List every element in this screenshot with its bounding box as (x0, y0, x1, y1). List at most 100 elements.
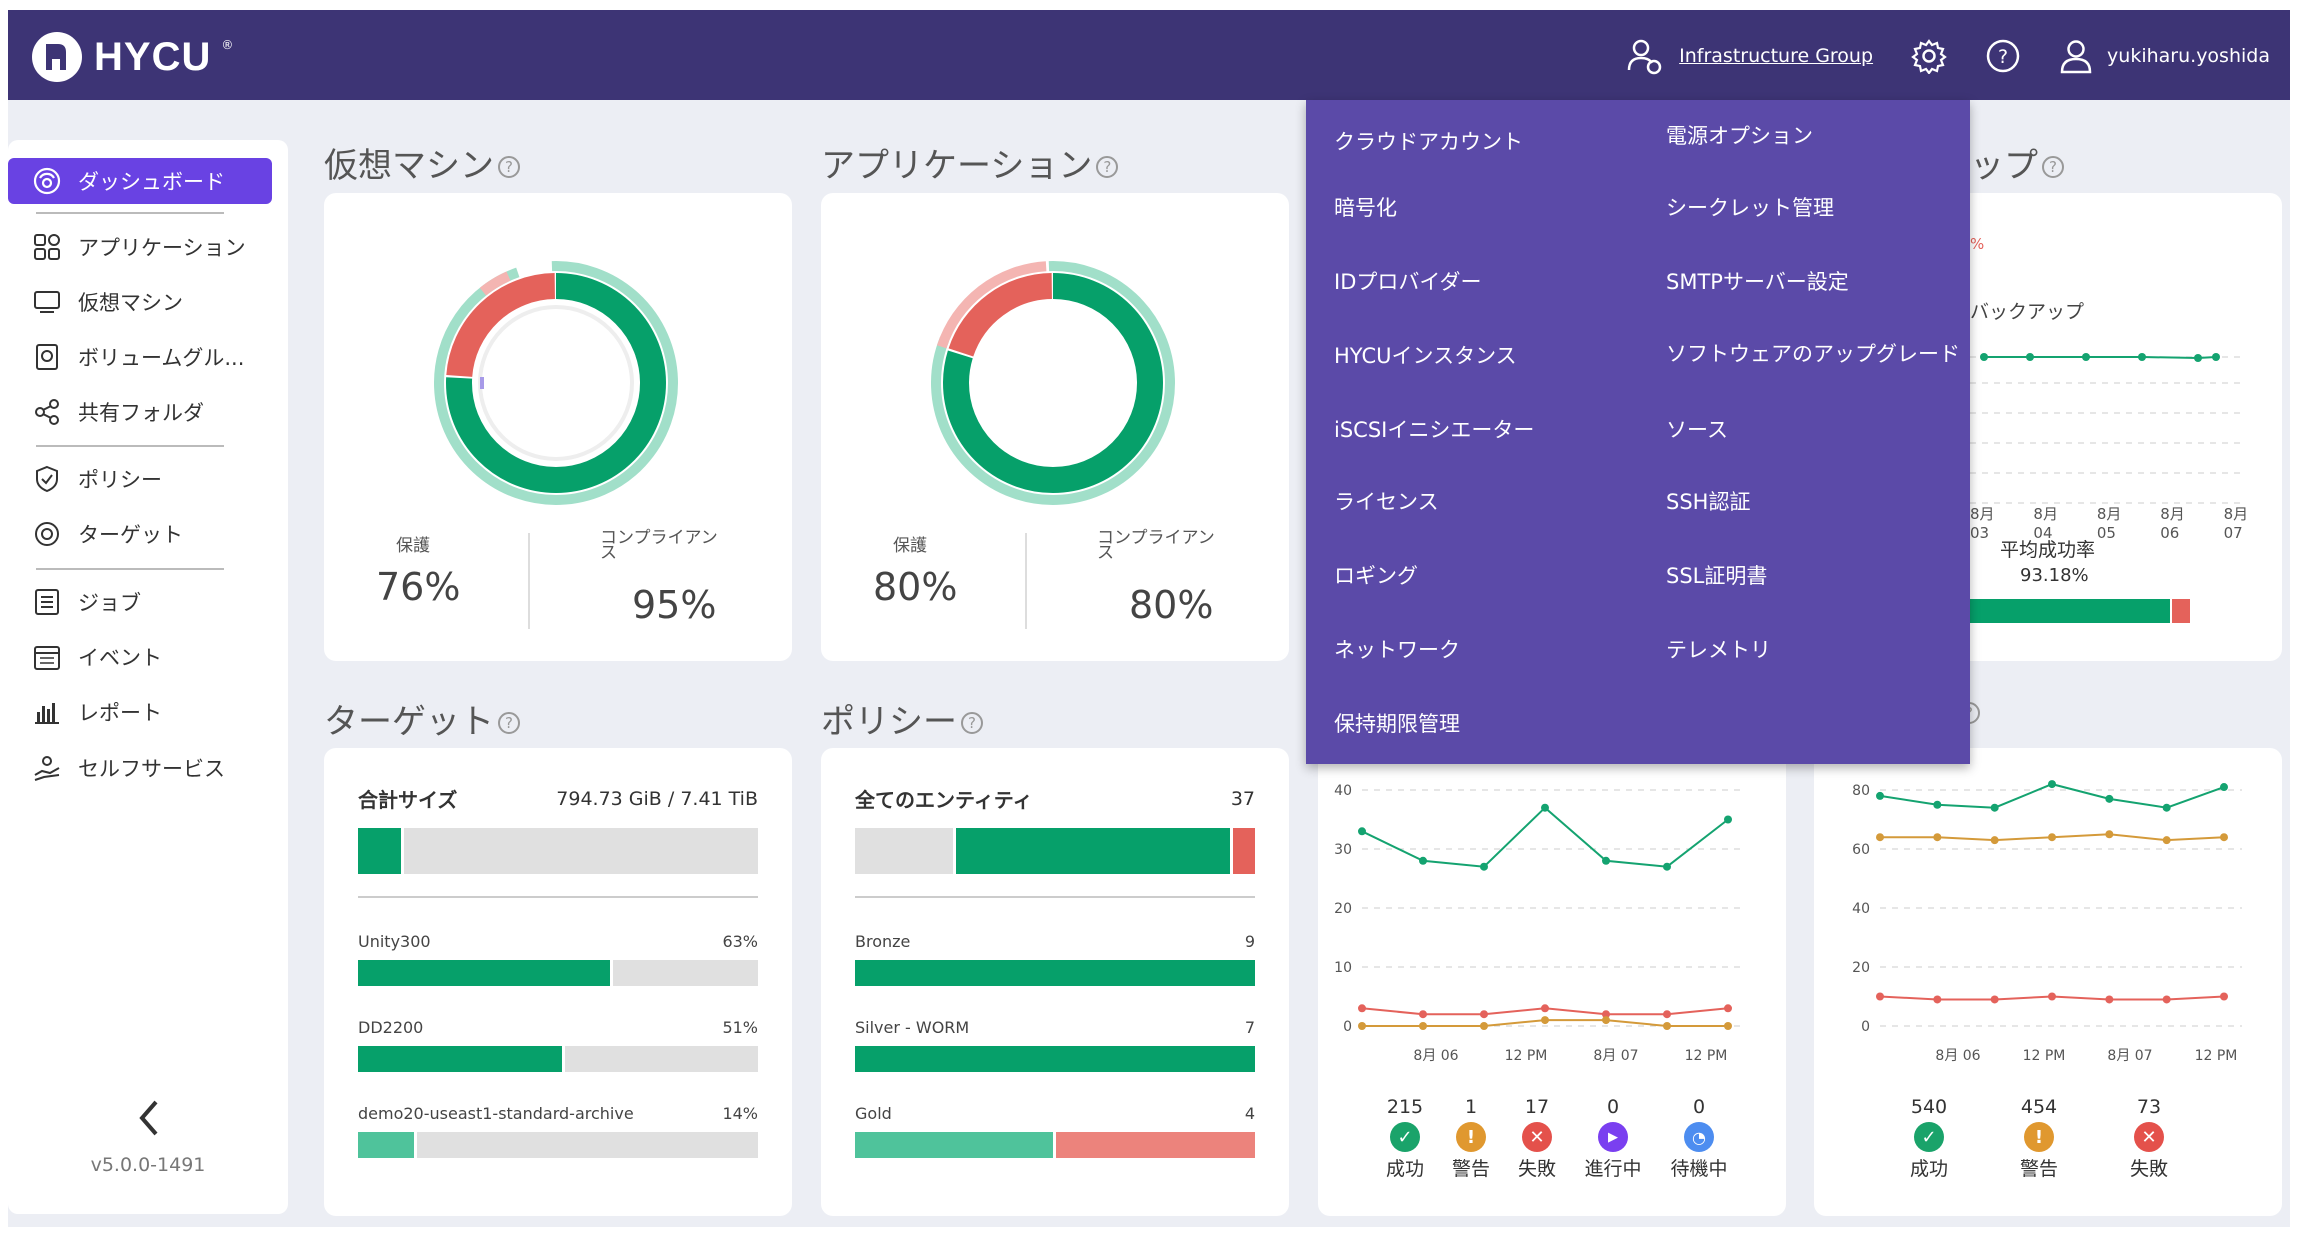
divider (358, 896, 758, 898)
policy-row-bar (855, 960, 1255, 986)
y-tick-label: 20 (1334, 901, 1352, 917)
sidebar-item-label: レポート (78, 701, 162, 725)
target-row-name: Unity300 (358, 932, 431, 951)
menu-item-sources[interactable]: ソース (1666, 414, 1728, 444)
sidebar-item-vms[interactable]: 仮想マシン (8, 279, 288, 325)
data-point (2220, 833, 2228, 842)
sidebar-item-reports[interactable]: レポート (8, 689, 288, 735)
y-tick-label: 0 (1343, 1019, 1352, 1035)
help-icon[interactable]: ? (1985, 38, 2021, 74)
sidebar-item-dashboard[interactable]: ダッシュボード (8, 158, 272, 204)
backup-legend-partial: バックアップ (1970, 301, 2085, 323)
menu-item-power-options[interactable]: 電源オプション (1666, 120, 1813, 150)
menu-item-encryption[interactable]: 暗号化 (1334, 192, 1397, 222)
menu-item-ssh-auth[interactable]: SSH認証 (1666, 486, 1750, 516)
vm-card[interactable]: 保護 76% コンプライアン ス 95% (324, 193, 792, 661)
header-actions: Infrastructure Group ? yukiharu.yoshida (1625, 28, 2270, 84)
job-stat-label: 待機中 (1670, 1158, 1728, 1180)
hycu-logo[interactable]: HYCU ® (30, 30, 233, 84)
menu-item-smtp[interactable]: SMTPサーバー設定 (1666, 266, 1849, 296)
sidebar-item-label: 仮想マシン (78, 291, 183, 315)
data-point (1480, 862, 1488, 871)
sidebar-item-label: ポリシー (78, 468, 162, 492)
y-tick-label: 10 (1334, 960, 1352, 976)
sidebar-item-applications[interactable]: アプリケーション (8, 224, 288, 270)
data-point (2220, 992, 2228, 1001)
x-tick-label: 12 PM (2195, 1048, 2238, 1064)
policy-row-name: Bronze (855, 932, 911, 951)
logo-text: HYCU (94, 34, 212, 79)
data-point (2162, 803, 2171, 812)
data-point (2048, 833, 2056, 842)
event-stat-count: 540 (1910, 1096, 1948, 1118)
data-point (1663, 1010, 1671, 1019)
jobs-card[interactable]: 0 10 20 30 40 8月 06 12 PM 8月 07 12 PM 215 ✓ 成功 1… (1318, 748, 1786, 1216)
bar-failed (2172, 599, 2190, 623)
target-title-text: ターゲット (324, 702, 494, 742)
sidebar-item-label: イベント (78, 646, 162, 670)
policy-card[interactable]: 全てのエンティティ 37 Bronze 9 Silver - WORM 7 Go… (821, 748, 1289, 1216)
vm-title-text: 仮想マシン (324, 146, 494, 186)
data-point (2048, 780, 2056, 789)
data-point (1541, 1016, 1549, 1025)
help-icon[interactable]: ? (498, 155, 520, 178)
sidebar-item-events[interactable]: イベント (8, 634, 288, 680)
infrastructure-group-link[interactable]: Infrastructure Group (1679, 45, 1873, 67)
divider (1025, 533, 1027, 629)
data-point (2105, 830, 2114, 839)
menu-item-networks[interactable]: ネットワーク (1334, 634, 1460, 664)
x-tick-label: 8月 06 (1935, 1048, 1980, 1064)
app-card[interactable]: 保護 80% コンプライアン ス 80% (821, 193, 1289, 661)
data-point (1990, 836, 1999, 845)
x-tick-label: 8月 07 (1593, 1048, 1638, 1064)
menu-item-software-upgrade[interactable]: ソフトウェアのアップグレード (1666, 338, 1960, 368)
queued-icon: ◔ (1684, 1122, 1714, 1152)
sidebar-item-targets[interactable]: ターゲット (8, 511, 288, 557)
sidebar-item-jobs[interactable]: ジョブ (8, 579, 288, 625)
target-row-value: 51% (722, 1018, 758, 1037)
event-stat-count: 454 (2020, 1096, 2058, 1118)
target-total-label: 合計サイズ (358, 788, 458, 812)
users-group-icon (1627, 39, 1662, 75)
sidebar-item-self-service[interactable]: セルフサービス (8, 745, 288, 791)
target-card[interactable]: 合計サイズ 794.73 GiB / 7.41 TiB Unity300 63%… (324, 748, 792, 1216)
success-icon: ✓ (1914, 1122, 1944, 1152)
gear-icon[interactable] (1911, 38, 1947, 74)
app-title-text: アプリケーション (821, 146, 1093, 186)
help-icon[interactable]: ? (961, 711, 983, 734)
menu-item-retention[interactable]: 保持期限管理 (1334, 708, 1460, 738)
y-tick-label: 60 (1852, 842, 1870, 858)
job-stat-count: 0 (1692, 1096, 1706, 1118)
policy-row-value: 4 (1244, 1104, 1255, 1123)
data-point (2162, 995, 2171, 1004)
events-card[interactable]: 0 20 40 60 80 8月 06 12 PM 8月 07 12 PM 540 ✓ 成功 4… (1814, 748, 2282, 1216)
collapse-sidebar-button[interactable] (134, 1098, 162, 1148)
data-point (1602, 856, 1610, 865)
menu-item-licensing[interactable]: ライセンス (1334, 486, 1439, 516)
menu-item-telemetry[interactable]: テレメトリ (1666, 634, 1771, 664)
x-tick-label: 12 PM (1685, 1048, 1728, 1064)
username[interactable]: yukiharu.yoshida (2107, 45, 2270, 67)
help-icon[interactable]: ? (2042, 155, 2064, 178)
menu-item-iscsi-initiator[interactable]: iSCSIイニシエーター (1334, 414, 1534, 444)
user-icon[interactable] (2059, 38, 2093, 74)
menu-item-identity-providers[interactable]: IDプロバイダー (1334, 266, 1482, 296)
menu-item-cloud-accounts[interactable]: クラウドアカウント (1334, 126, 1523, 156)
target-section-title: ターゲット? (324, 694, 520, 743)
help-icon[interactable]: ? (1096, 155, 1119, 178)
policy-section-title: ポリシー? (821, 694, 983, 743)
menu-item-ssl-certificates[interactable]: SSL証明書 (1666, 560, 1767, 590)
menu-item-hycu-instances[interactable]: HYCUインスタンス (1334, 340, 1517, 370)
menu-item-logging[interactable]: ロギング (1334, 560, 1418, 590)
sidebar-item-volume-groups[interactable]: ボリュームグル... (8, 334, 288, 380)
help-icon[interactable]: ? (498, 711, 520, 734)
backup-percent-partial: % (1970, 235, 1985, 253)
sidebar-item-shares[interactable]: 共有フォルダ (8, 389, 288, 435)
data-point (1358, 827, 1366, 836)
x-tick-label: 8月 06 (2160, 505, 2185, 542)
menu-item-secrets[interactable]: シークレット管理 (1666, 192, 1834, 222)
x-tick-label: 8月 06 (1413, 1048, 1458, 1064)
data-point (1990, 995, 1999, 1004)
sidebar-item-policies[interactable]: ポリシー (8, 456, 288, 502)
data-point (1602, 1016, 1610, 1025)
